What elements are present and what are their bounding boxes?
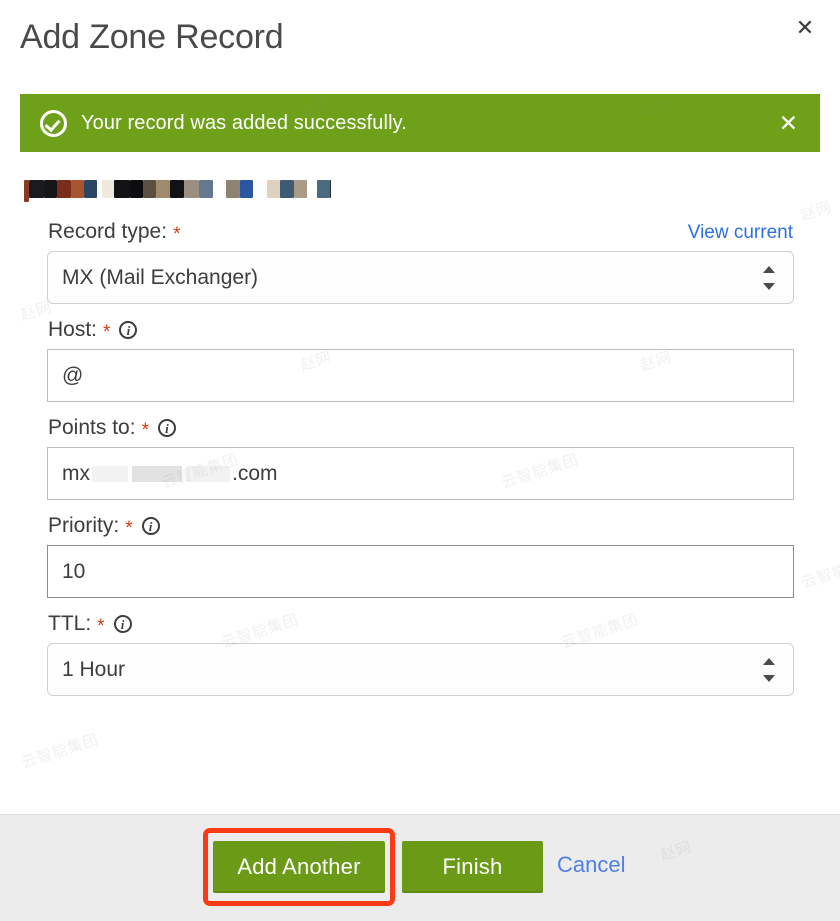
field-host-label: Host:: [48, 318, 98, 341]
field-host-label-row: Host: * i: [48, 318, 820, 342]
dialog-body: Your record was added successfully. ✕ Re…: [0, 82, 840, 814]
finish-button[interactable]: Finish: [402, 841, 543, 893]
ttl-select[interactable]: 1 Hour: [47, 643, 794, 696]
required-marker: *: [125, 517, 133, 539]
page-title: Add Zone Record: [20, 18, 284, 56]
record-type-value: MX (Mail Exchanger): [62, 265, 259, 289]
chevron-updown-icon: [763, 265, 775, 291]
required-marker: *: [97, 615, 105, 637]
redaction-block: [186, 465, 230, 482]
field-priority: Priority: * i 10: [20, 514, 820, 598]
priority-input[interactable]: 10: [47, 545, 794, 598]
points-to-value-suffix: .com: [232, 461, 278, 485]
add-another-button[interactable]: Add Another: [213, 841, 385, 893]
dialog-footer: Add Another Finish Cancel: [0, 814, 840, 921]
redaction-block: [132, 465, 182, 482]
ttl-value: 1 Hour: [62, 657, 126, 681]
redaction-block: [92, 465, 128, 482]
close-icon[interactable]: ✕: [791, 14, 819, 42]
zone-record-form: Record type: * View current MX (Mail Exc…: [20, 220, 820, 696]
alert-close-icon[interactable]: ✕: [775, 110, 802, 137]
host-input[interactable]: @: [47, 349, 794, 402]
field-points-to-label-row: Points to: * i: [48, 416, 820, 440]
info-icon[interactable]: i: [119, 321, 138, 339]
add-zone-record-dialog: Add Zone Record ✕ Your record was added …: [0, 0, 840, 921]
points-to-value: mx .com: [62, 462, 779, 486]
field-ttl-label: TTL:: [48, 612, 92, 635]
check-circle-icon: [40, 109, 67, 137]
field-host: Host: * i @: [20, 318, 820, 402]
info-icon[interactable]: i: [113, 615, 132, 633]
record-type-select[interactable]: MX (Mail Exchanger): [47, 251, 794, 304]
view-current-link[interactable]: View current: [688, 222, 793, 244]
domain-name-heading-redacted: [24, 180, 332, 202]
dialog-header: Add Zone Record ✕: [0, 0, 840, 82]
chevron-updown-icon: [763, 657, 775, 683]
required-marker: *: [141, 419, 149, 441]
host-value: @: [62, 363, 84, 387]
field-ttl: TTL: * i 1 Hour: [20, 612, 820, 696]
info-icon[interactable]: i: [157, 419, 176, 437]
required-marker: *: [173, 223, 181, 245]
cancel-link[interactable]: Cancel: [557, 852, 625, 878]
field-record-type: Record type: * View current MX (Mail Exc…: [20, 220, 820, 304]
field-ttl-label-row: TTL: * i: [48, 612, 820, 636]
success-alert: Your record was added successfully. ✕: [20, 94, 820, 152]
field-priority-label-row: Priority: * i: [48, 514, 820, 538]
points-to-input[interactable]: mx .com: [47, 447, 794, 500]
field-points-to-label: Points to:: [48, 416, 136, 439]
priority-value: 10: [62, 559, 86, 583]
required-marker: *: [103, 321, 111, 343]
points-to-value-prefix: mx: [62, 461, 90, 485]
info-icon[interactable]: i: [141, 517, 160, 535]
field-points-to: Points to: * i mx .com: [20, 416, 820, 500]
field-record-type-label: Record type:: [48, 220, 168, 243]
field-priority-label: Priority:: [48, 514, 120, 537]
success-alert-message: Your record was added successfully.: [81, 111, 407, 134]
